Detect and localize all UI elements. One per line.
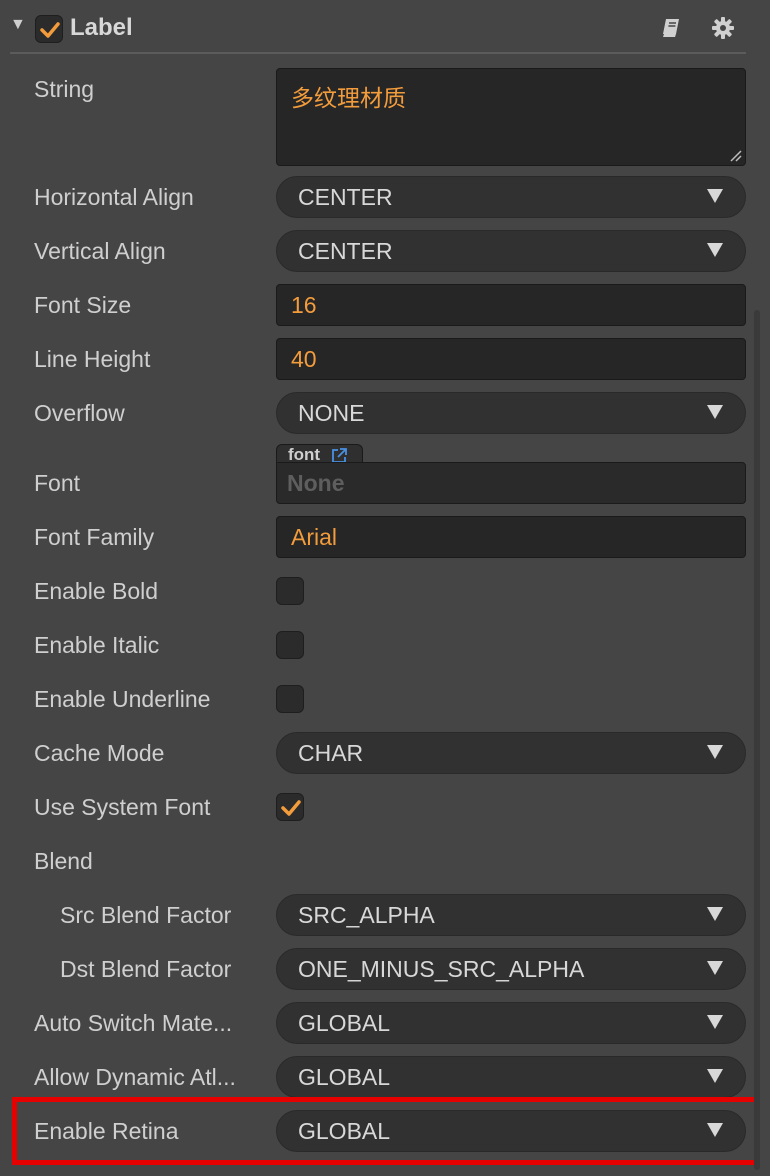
- line-height-input[interactable]: 40: [276, 338, 746, 380]
- component-header: ▼ Label: [0, 0, 770, 54]
- vertical-align-value: CENTER: [298, 238, 393, 264]
- font-family-label: Font Family: [34, 524, 155, 550]
- string-value: 多纹理材质: [291, 85, 406, 111]
- allow-dynamic-atlas-select[interactable]: GLOBAL: [276, 1056, 746, 1098]
- dst-blend-factor-value: ONE_MINUS_SRC_ALPHA: [298, 956, 585, 982]
- check-icon: [40, 22, 60, 38]
- allow-dynamic-atlas-value: GLOBAL: [298, 1064, 391, 1090]
- dropdown-arrow-icon: [707, 961, 723, 975]
- string-label: String: [34, 76, 95, 102]
- allow-dynamic-atlas-label: Allow Dynamic Atl...: [34, 1064, 236, 1090]
- string-textarea[interactable]: 多纹理材质: [276, 68, 746, 166]
- vertical-align-select[interactable]: CENTER: [276, 230, 746, 272]
- blend-label: Blend: [34, 848, 93, 874]
- auto-switch-material-value: GLOBAL: [298, 1010, 391, 1036]
- src-blend-factor-value: SRC_ALPHA: [298, 902, 435, 928]
- enable-italic-checkbox[interactable]: [276, 631, 304, 659]
- header-divider: [10, 52, 746, 54]
- line-height-label: Line Height: [34, 346, 151, 372]
- overflow-value: NONE: [298, 400, 365, 426]
- enable-underline-label: Enable Underline: [34, 686, 211, 712]
- src-blend-factor-select[interactable]: SRC_ALPHA: [276, 894, 746, 936]
- dst-blend-factor-select[interactable]: ONE_MINUS_SRC_ALPHA: [276, 948, 746, 990]
- font-asset-field[interactable]: None: [276, 462, 746, 504]
- fold-triangle-icon[interactable]: ▼: [10, 16, 26, 34]
- auto-switch-material-label: Auto Switch Mate...: [34, 1010, 233, 1036]
- cache-mode-label: Cache Mode: [34, 740, 165, 766]
- font-size-input[interactable]: 16: [276, 284, 746, 326]
- font-label: Font: [34, 470, 81, 496]
- overflow-select[interactable]: NONE: [276, 392, 746, 434]
- enable-bold-checkbox[interactable]: [276, 577, 304, 605]
- use-system-font-label: Use System Font: [34, 794, 211, 820]
- horizontal-align-select[interactable]: CENTER: [276, 176, 746, 218]
- scrollbar[interactable]: [754, 310, 760, 1170]
- component-enabled-checkbox[interactable]: [35, 15, 63, 43]
- dropdown-arrow-icon: [707, 1069, 723, 1083]
- dst-blend-factor-label: Dst Blend Factor: [60, 956, 232, 982]
- overflow-label: Overflow: [34, 400, 125, 426]
- cache-mode-value: CHAR: [298, 740, 364, 766]
- use-system-font-checkbox[interactable]: [276, 793, 304, 821]
- font-size-label: Font Size: [34, 292, 132, 318]
- component-title: Label: [70, 14, 133, 41]
- horizontal-align-label: Horizontal Align: [34, 184, 194, 210]
- dropdown-arrow-icon: [707, 907, 723, 921]
- auto-switch-material-select[interactable]: GLOBAL: [276, 1002, 746, 1044]
- vertical-align-label: Vertical Align: [34, 238, 166, 264]
- resize-grip-icon[interactable]: [728, 148, 742, 162]
- dropdown-arrow-icon: [707, 189, 723, 203]
- dropdown-arrow-icon: [707, 243, 723, 257]
- enable-italic-label: Enable Italic: [34, 632, 160, 658]
- enable-bold-label: Enable Bold: [34, 578, 159, 604]
- dropdown-arrow-icon: [707, 745, 723, 759]
- dropdown-arrow-icon: [707, 405, 723, 419]
- gear-icon[interactable]: [711, 16, 735, 40]
- check-icon: [281, 800, 301, 816]
- src-blend-factor-label: Src Blend Factor: [60, 902, 232, 928]
- dropdown-arrow-icon: [707, 1015, 723, 1029]
- cache-mode-select[interactable]: CHAR: [276, 732, 746, 774]
- book-icon[interactable]: [660, 16, 684, 40]
- enable-retina-highlight-box: [12, 1097, 760, 1165]
- horizontal-align-value: CENTER: [298, 184, 393, 210]
- font-family-input[interactable]: Arial: [276, 516, 746, 558]
- enable-underline-checkbox[interactable]: [276, 685, 304, 713]
